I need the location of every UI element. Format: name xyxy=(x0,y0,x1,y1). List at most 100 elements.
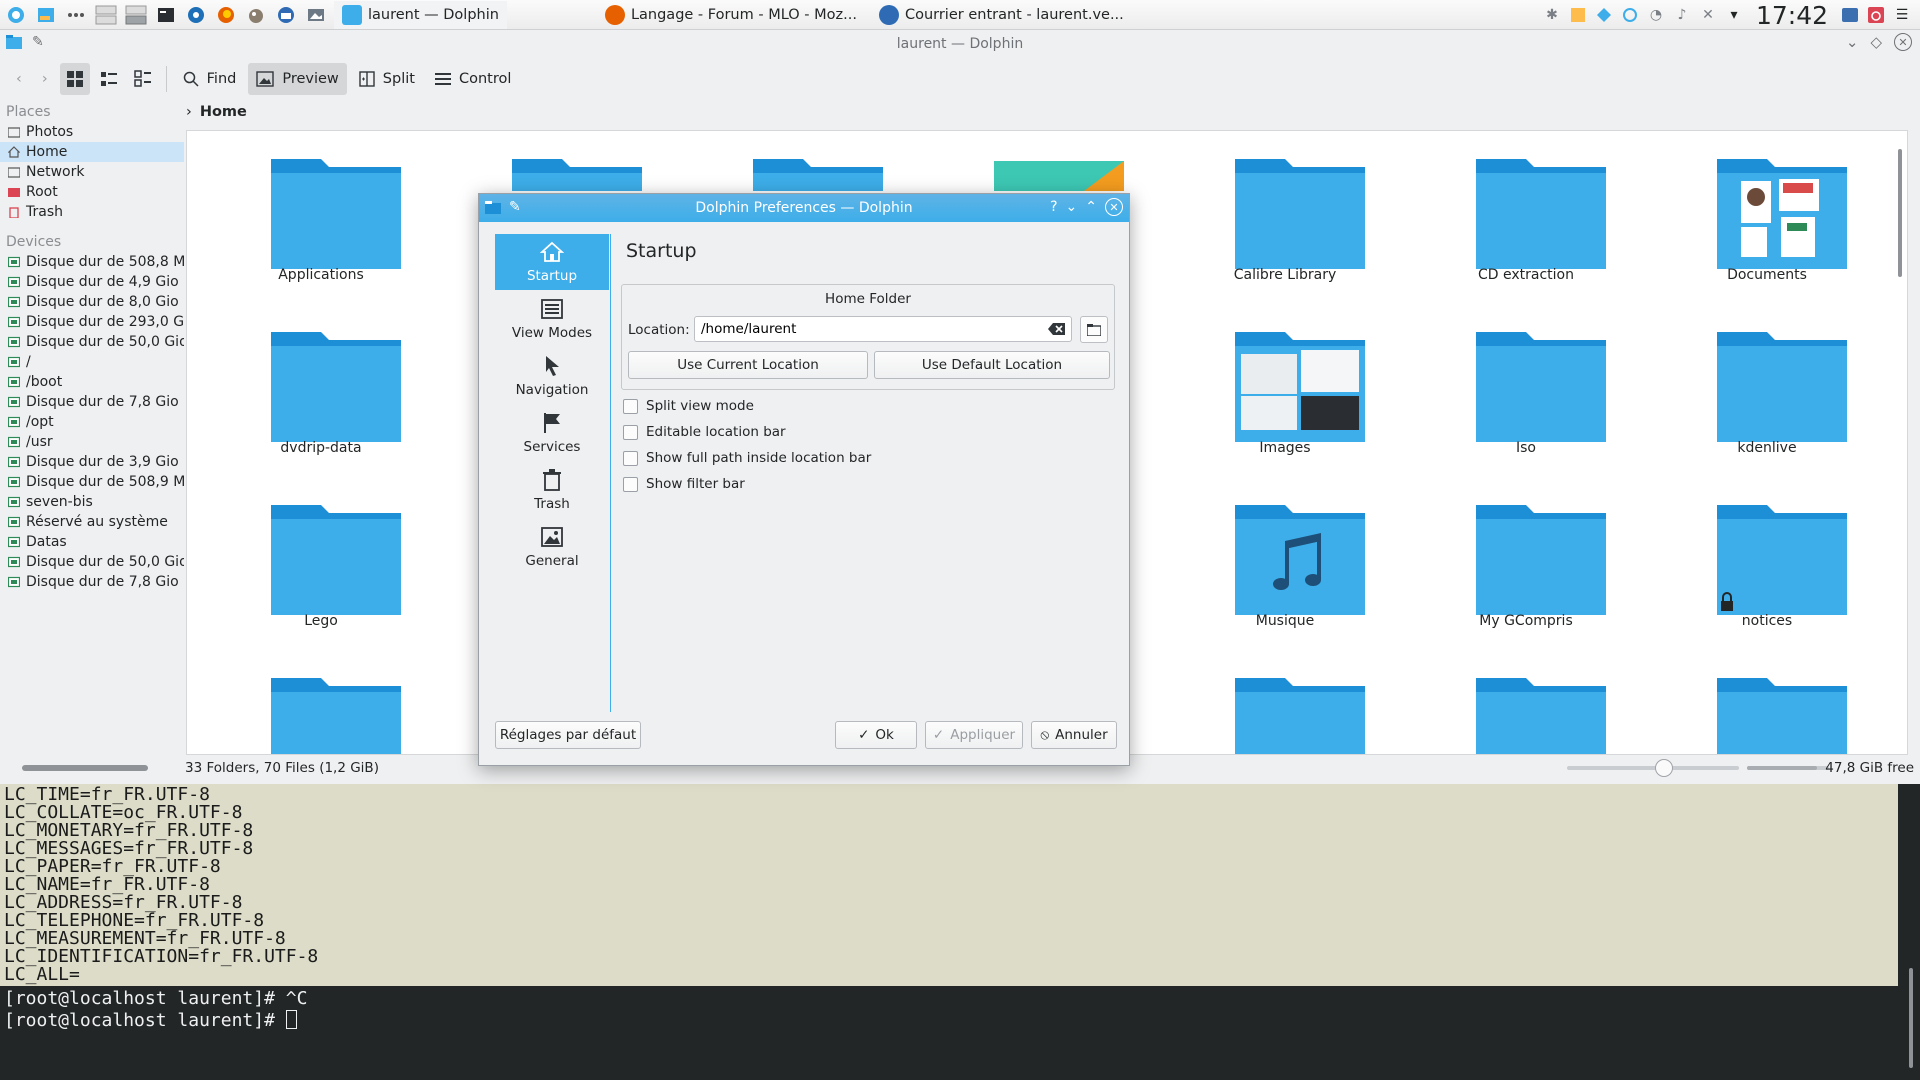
sidebar-item-device[interactable]: Disque dur de 293,0 Gio xyxy=(0,312,184,332)
sidebar-item-root[interactable]: Root xyxy=(0,182,184,202)
sidebar-item-device[interactable]: Disque dur de 8,0 Gio xyxy=(0,292,184,312)
apply-button[interactable]: ✓ Appliquer xyxy=(925,721,1023,749)
checkbox-box[interactable] xyxy=(623,424,638,440)
folder-partial-4[interactable] xyxy=(1667,650,1867,754)
scrollbar-thumb[interactable] xyxy=(1898,149,1902,277)
page-services[interactable]: Services xyxy=(495,405,609,461)
pin-icon[interactable]: ✎ xyxy=(32,34,44,50)
sidebar-item-device[interactable]: Disque dur de 7,8 Gio xyxy=(0,392,184,412)
folder-partial-2[interactable] xyxy=(1185,650,1385,754)
back-button[interactable]: ‹ xyxy=(8,63,30,95)
folder-dvdrip-data[interactable]: dvdrip-data xyxy=(221,304,421,464)
show-desktop-icon[interactable] xyxy=(34,3,58,27)
dolphin-icon[interactable] xyxy=(6,34,22,50)
browse-folder-button[interactable] xyxy=(1080,316,1108,343)
page-view-modes[interactable]: View Modes xyxy=(495,291,609,347)
minimize-icon[interactable]: ⌄ xyxy=(1066,199,1078,215)
sidebar-item-device[interactable]: /usr xyxy=(0,432,184,452)
sidebar-item-device[interactable]: Datas xyxy=(0,532,184,552)
folder-my-gcompris[interactable]: My GCompris xyxy=(1426,477,1626,637)
pin-icon[interactable]: ✎ xyxy=(509,199,521,215)
checkbox-box[interactable] xyxy=(623,450,638,466)
logout-icon[interactable] xyxy=(1866,5,1886,25)
folder-partial-1[interactable] xyxy=(221,650,421,754)
terminal-icon[interactable] xyxy=(154,3,178,27)
sidebar-item-device[interactable]: Disque dur de 508,9 Mio xyxy=(0,472,184,492)
sidebar-item-device[interactable]: /boot xyxy=(0,372,184,392)
terminal-prompt[interactable]: [root@localhost laurent]# xyxy=(4,1010,297,1032)
maximize-icon[interactable]: ◇ xyxy=(1870,33,1882,51)
sidebar-item-device[interactable]: seven-bis xyxy=(0,492,184,512)
sidebar-item-home[interactable]: Home xyxy=(0,142,184,162)
folder-iso[interactable]: Iso xyxy=(1426,304,1626,464)
window-titlebar[interactable]: ✎ laurent — Dolphin ⌄ ◇ ✕ xyxy=(0,30,1920,58)
forward-button[interactable]: › xyxy=(34,63,56,95)
page-startup[interactable]: Startup xyxy=(495,234,609,290)
connection-icon[interactable]: ✕ xyxy=(1698,5,1718,25)
system-settings-icon[interactable] xyxy=(184,3,208,27)
notes-icon[interactable] xyxy=(1568,5,1588,25)
sidebar-item-photos[interactable]: Photos xyxy=(0,122,184,142)
tray-expand-icon[interactable]: ▾ xyxy=(1724,5,1744,25)
gimp-icon[interactable] xyxy=(244,3,268,27)
page-trash[interactable]: Trash xyxy=(495,462,609,518)
zoom-slider[interactable] xyxy=(1567,759,1739,777)
folder-lego[interactable]: Lego xyxy=(221,477,421,637)
breadcrumb[interactable]: › Home xyxy=(186,100,247,124)
dialog-titlebar[interactable]: ✎ Dolphin Preferences — Dolphin ? ⌄ ⌃ ✕ xyxy=(479,194,1129,222)
image-viewer-icon[interactable] xyxy=(304,3,328,27)
editable-location-bar-checkbox[interactable]: Editable location bar xyxy=(623,424,786,440)
task-thunderbird[interactable]: Courrier entrant - laurent.ve... xyxy=(871,1,1132,29)
task-firefox[interactable]: Langage - Forum - MLO - Moz... xyxy=(597,1,865,29)
volume-icon[interactable]: ♪ xyxy=(1672,5,1692,25)
sidebar-item-device[interactable]: Disque dur de 50,0 Gio xyxy=(0,552,184,572)
find-button[interactable]: Find xyxy=(175,63,245,95)
sidebar-item-device[interactable]: /opt xyxy=(0,412,184,432)
scrollbar-thumb[interactable] xyxy=(22,765,148,771)
vertical-scrollbar[interactable] xyxy=(1895,137,1905,747)
breadcrumb-home[interactable]: Home xyxy=(200,104,247,120)
scrollbar-thumb[interactable] xyxy=(1909,968,1913,1068)
application-menu-icon[interactable] xyxy=(4,3,28,27)
sidebar-item-device[interactable]: Disque dur de 3,9 Gio xyxy=(0,452,184,472)
sidebar-item-trash[interactable]: Trash xyxy=(0,202,184,222)
pager-desktop-2-icon[interactable] xyxy=(124,3,148,27)
close-icon[interactable]: ✕ xyxy=(1894,33,1912,51)
terminal-scrollbar[interactable] xyxy=(1904,788,1918,1074)
task-dolphin[interactable]: laurent — Dolphin xyxy=(334,0,507,29)
minimize-icon[interactable]: ⌄ xyxy=(1846,33,1859,51)
use-current-location-button[interactable]: Use Current Location xyxy=(628,351,868,379)
details-view-button[interactable] xyxy=(128,63,158,95)
preview-button[interactable]: Preview xyxy=(248,63,347,95)
sidebar-item-device[interactable]: / xyxy=(0,352,184,372)
cancel-button[interactable]: ⦸ Annuler xyxy=(1031,721,1117,749)
bluetooth-icon[interactable]: ✱ xyxy=(1542,5,1562,25)
panel-menu-icon[interactable]: ☰ xyxy=(1892,5,1912,25)
folder-cd-extraction[interactable]: CD extraction xyxy=(1426,131,1626,291)
compact-view-button[interactable] xyxy=(94,63,124,95)
sidebar-item-network[interactable]: Network xyxy=(0,162,184,182)
folder-kdenlive[interactable]: kdenlive xyxy=(1667,304,1867,464)
thunderbird-icon[interactable] xyxy=(274,3,298,27)
sidebar-item-device[interactable]: Disque dur de 50,0 Gio xyxy=(0,332,184,352)
clock[interactable]: 17:42 xyxy=(1756,1,1828,30)
zoom-slider-handle[interactable] xyxy=(1655,759,1673,777)
firefox-icon[interactable] xyxy=(214,3,238,27)
horizontal-scrollbar[interactable] xyxy=(8,762,164,774)
more-icon[interactable] xyxy=(64,3,88,27)
split-button[interactable]: Split xyxy=(351,63,423,95)
checkbox-box[interactable] xyxy=(623,398,638,414)
sidebar-item-device[interactable]: Disque dur de 508,8 Mio xyxy=(0,252,184,272)
folder-partial-3[interactable] xyxy=(1426,650,1626,754)
sidebar-item-device[interactable]: Disque dur de 4,9 Gio xyxy=(0,272,184,292)
folder-notices[interactable]: notices xyxy=(1667,477,1867,637)
folder-images[interactable]: Images xyxy=(1185,304,1385,464)
clipboard-icon[interactable] xyxy=(1620,5,1640,25)
use-default-location-button[interactable]: Use Default Location xyxy=(874,351,1110,379)
clear-input-icon[interactable] xyxy=(1048,322,1066,336)
folder-calibre-library[interactable]: Calibre Library xyxy=(1185,131,1385,291)
show-full-path-checkbox[interactable]: Show full path inside location bar xyxy=(623,450,871,466)
sidebar-item-device[interactable]: Réservé au système xyxy=(0,512,184,532)
folder-documents[interactable]: Documents xyxy=(1667,131,1867,291)
control-button[interactable]: Control xyxy=(427,63,519,95)
